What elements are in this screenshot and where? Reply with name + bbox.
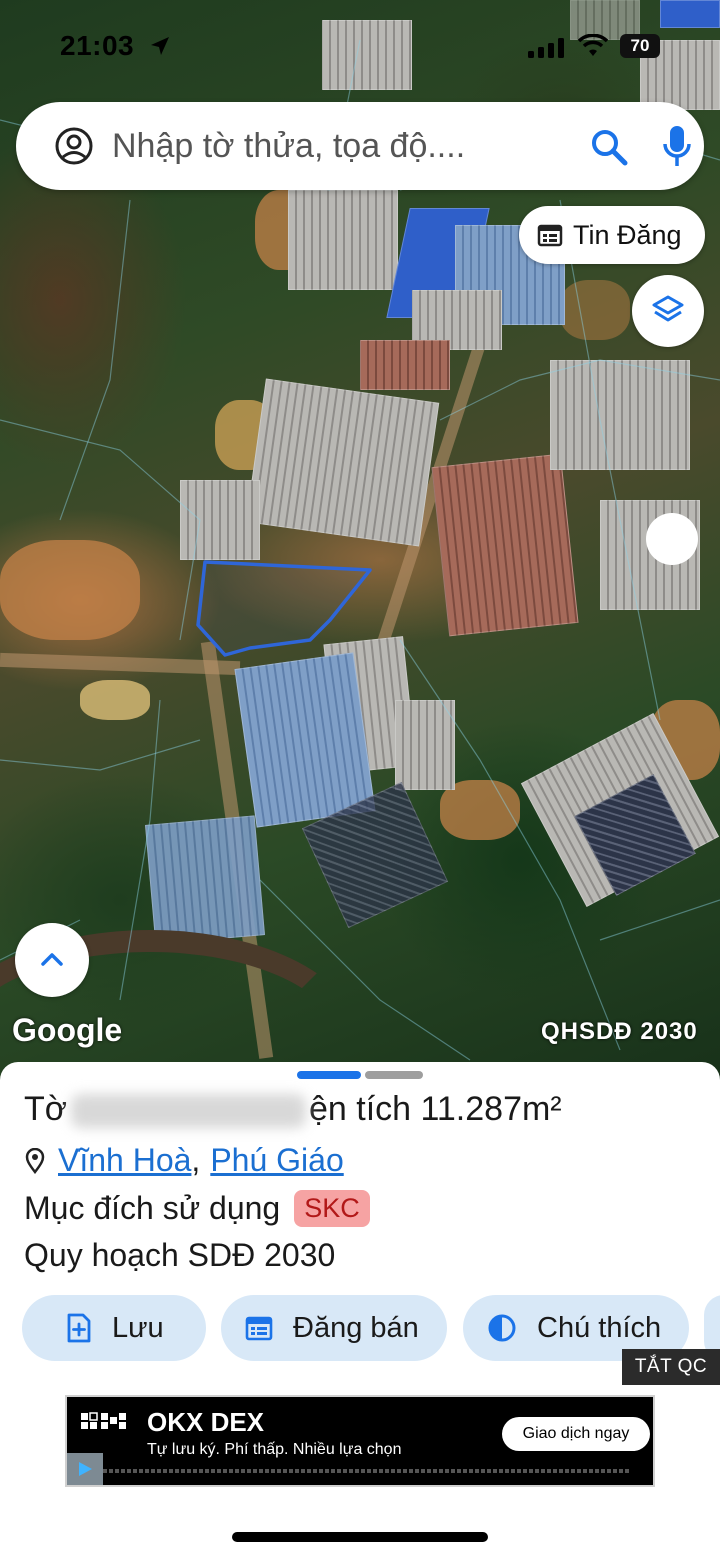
home-indicator[interactable]: [232, 1532, 488, 1542]
purpose-label: Mục đích sử dụng: [24, 1190, 281, 1226]
status-time: 21:03: [60, 30, 135, 61]
planning-text: Quy hoạch SDĐ 2030: [24, 1237, 336, 1273]
search-bar[interactable]: [16, 102, 704, 190]
location-pin-icon: [25, 1147, 45, 1174]
contrast-icon: [488, 1314, 516, 1342]
action-buttons: Lưu Đăng bán Chú thích: [22, 1295, 720, 1361]
disable-ads-button[interactable]: TẮT QC: [622, 1349, 720, 1385]
save-label: Lưu: [112, 1311, 164, 1344]
microphone-icon[interactable]: [662, 124, 692, 168]
app-screen: 21:03 70 Nhập tờ thửa, tọa độ.... Tin Đă…: [0, 0, 720, 1559]
area-prefix: ện tích: [308, 1090, 412, 1128]
account-icon[interactable]: [54, 126, 94, 166]
location-separator: ,: [191, 1142, 201, 1178]
search-input[interactable]: [112, 116, 572, 176]
ad-brand: OKX DEX: [147, 1407, 265, 1437]
google-attribution: Google: [12, 1012, 123, 1048]
page-indicator-active: [297, 1071, 361, 1079]
area-value: 11.287m²: [420, 1090, 562, 1128]
listings-label: Tin Đăng: [573, 219, 682, 250]
title-prefix: Tờ: [24, 1090, 68, 1128]
expand-sheet-button[interactable]: [15, 923, 89, 997]
map-control-dot[interactable]: [646, 513, 698, 565]
planning-layer-label: QHSDĐ 2030: [541, 1018, 698, 1045]
post-for-sale-label: Đăng bán: [293, 1311, 419, 1344]
battery-indicator: 70: [620, 34, 660, 58]
okx-logo-icon: [81, 1412, 126, 1429]
ad-tagline: Tự lưu ký. Phí thấp. Nhiều lựa chọn: [147, 1441, 402, 1458]
parcel-title: Tờ ện tích 11.287m²: [24, 1090, 562, 1129]
sheet-page-indicator[interactable]: [297, 1071, 423, 1079]
post-for-sale-button[interactable]: Đăng bán: [221, 1295, 447, 1361]
calendar-list-icon: [245, 1316, 273, 1341]
ad-cta-button[interactable]: Giao dịch ngay: [502, 1417, 650, 1451]
wifi-icon: [578, 34, 608, 56]
district-link[interactable]: Phú Giáo: [210, 1142, 343, 1179]
ad-fine-print: [91, 1469, 631, 1473]
chevron-up-icon: [41, 953, 63, 966]
listings-button[interactable]: Tin Đăng: [519, 206, 705, 264]
commune-link[interactable]: Vĩnh Hoà: [58, 1142, 191, 1179]
file-add-icon: [67, 1313, 91, 1343]
search-icon[interactable]: [590, 128, 628, 166]
ad-banner[interactable]: OKX DEX Tự lưu ký. Phí thấp. Nhiều lựa c…: [65, 1395, 655, 1487]
cellular-signal-icon: [528, 38, 564, 58]
calendar-list-icon: [537, 224, 563, 247]
purpose-code-badge: SKC: [294, 1190, 370, 1227]
redacted-parcel-number: [70, 1094, 306, 1129]
parcel-location: Vĩnh Hoà , Phú Giáo: [24, 1142, 344, 1179]
save-button[interactable]: Lưu: [22, 1295, 206, 1361]
ad-choices[interactable]: [67, 1453, 103, 1485]
status-bar: 21:03 70: [0, 0, 720, 90]
location-arrow-icon: [151, 37, 169, 55]
layers-icon: [652, 295, 684, 322]
layers-button[interactable]: [632, 275, 704, 347]
page-indicator-inactive: [365, 1071, 423, 1079]
play-icon: [79, 1462, 92, 1476]
parcel-info-sheet: Tờ ện tích 11.287m² Vĩnh Hoà , Phú Giáo …: [0, 1062, 720, 1559]
land-use-purpose: Mục đích sử dụng SKC: [24, 1190, 370, 1227]
legend-label: Chú thích: [537, 1311, 662, 1344]
